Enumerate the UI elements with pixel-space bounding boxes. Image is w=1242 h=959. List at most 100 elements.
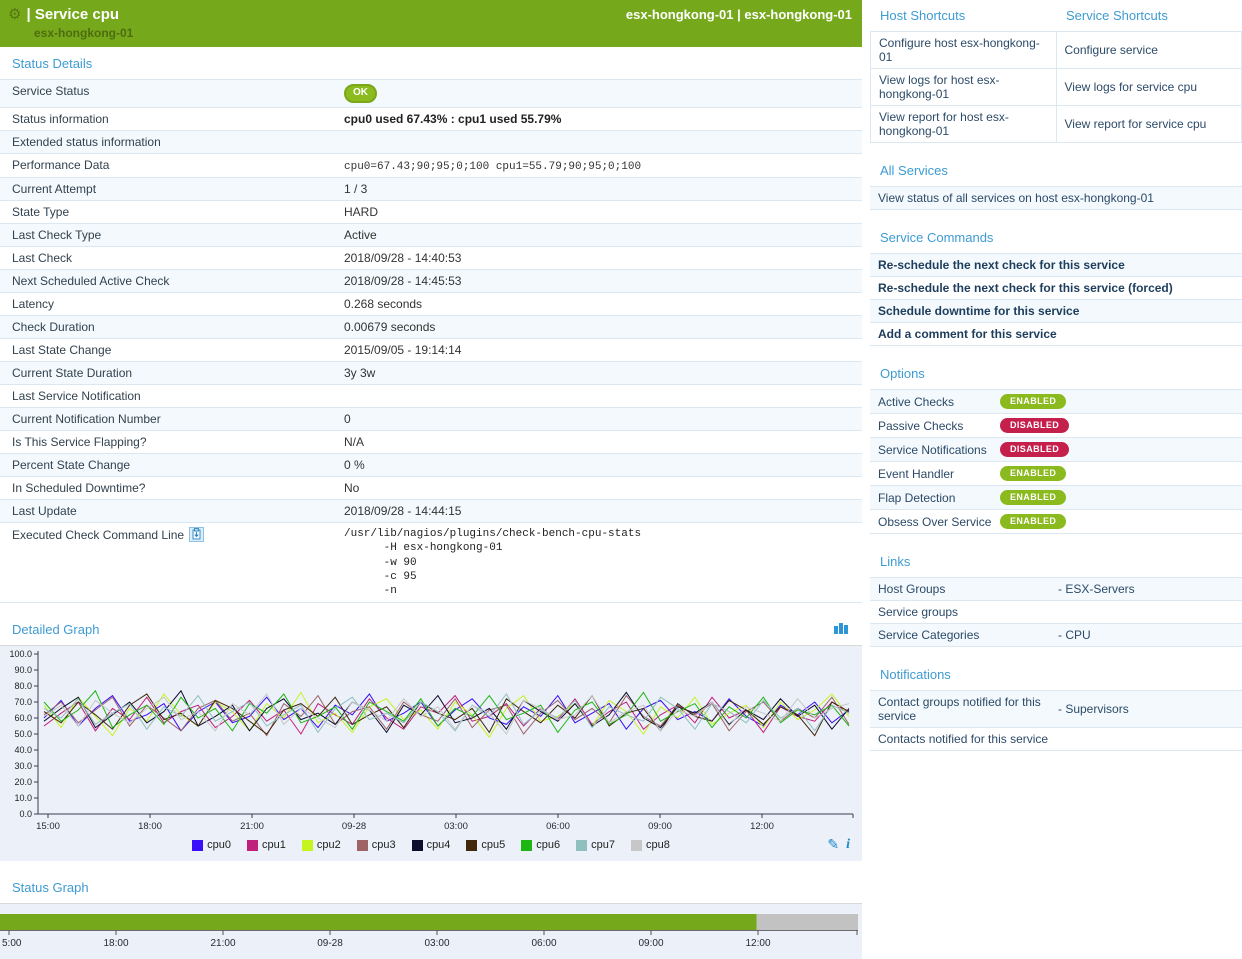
option-label: Active Checks (878, 395, 1000, 409)
notification-row[interactable]: Contacts notified for this service (870, 728, 1242, 751)
clipboard-icon[interactable] (189, 527, 204, 545)
status-row-value: 0 (332, 408, 862, 431)
link-row-label: Service Categories (878, 628, 1058, 642)
shortcut-row: View logs for host esx-hongkong-01View l… (871, 69, 1242, 106)
status-row: Performance Datacpu0=67.43;90;95;0;100 c… (0, 154, 862, 178)
host-shortcuts-header[interactable]: Host Shortcuts (870, 0, 1056, 31)
legend-item[interactable]: cpu4 (412, 839, 451, 851)
status-segment-no-data[interactable] (757, 914, 858, 930)
status-graph-title[interactable]: Status Graph (12, 880, 89, 895)
legend-item[interactable]: cpu8 (631, 839, 670, 851)
service-shortcut-link[interactable]: Configure service (1056, 32, 1242, 69)
status-details-table: Service StatusOKStatus informationcpu0 u… (0, 79, 862, 603)
option-state-badge[interactable]: ENABLED (1000, 466, 1066, 481)
legend-item[interactable]: cpu3 (357, 839, 396, 851)
legend-label: cpu8 (646, 839, 670, 851)
status-row-label: Percent State Change (0, 454, 332, 477)
status-row: Last State Change2015/09/05 - 19:14:14 (0, 339, 862, 362)
x-tick-label: 09-28 (342, 821, 366, 832)
status-row-value: 0.268 seconds (332, 293, 862, 316)
links-header[interactable]: Links (870, 546, 1242, 577)
cpu-line-chart[interactable]: 0.010.020.030.040.050.060.070.080.090.01… (0, 646, 860, 834)
legend-label: cpu1 (262, 839, 286, 851)
service-command-link[interactable]: Add a comment for this service (870, 323, 1242, 346)
status-row-value: HARD (332, 201, 862, 224)
status-row-label: Current Notification Number (0, 408, 332, 431)
x-tick-label: 15:00 (36, 821, 60, 832)
status-details-header[interactable]: Status Details (0, 47, 862, 79)
status-row-value: 0.00679 seconds (332, 316, 862, 339)
host-shortcut-link[interactable]: View report for host esx-hongkong-01 (871, 106, 1057, 143)
pencil-icon[interactable]: ✎ (827, 836, 839, 853)
option-state-badge[interactable]: ENABLED (1000, 514, 1066, 529)
status-row: Last Check TypeActive (0, 224, 862, 247)
legend-item[interactable]: cpu1 (247, 839, 286, 851)
all-services-link[interactable]: View status of all services on host esx-… (870, 187, 1242, 210)
status-row-label: Status information (0, 108, 332, 131)
legend-item[interactable]: cpu5 (466, 839, 505, 851)
service-commands-header[interactable]: Service Commands (870, 222, 1242, 253)
status-row-value: 2018/09/28 - 14:45:53 (332, 270, 862, 293)
legend-item[interactable]: cpu7 (576, 839, 615, 851)
legend-item[interactable]: cpu2 (302, 839, 341, 851)
bar-chart-icon[interactable] (832, 620, 850, 638)
status-row-label: Service Status (0, 80, 332, 108)
option-state-badge[interactable]: DISABLED (1000, 418, 1069, 433)
notification-row-label: Contacts notified for this service (878, 732, 1058, 746)
info-icon[interactable]: i (846, 837, 850, 853)
link-row[interactable]: Host Groups- ESX-Servers (870, 578, 1242, 601)
header-host-links[interactable]: esx-hongkong-01 | esx-hongkong-01 (626, 7, 852, 22)
status-x-tick-label: 21:00 (210, 938, 235, 949)
status-graph: 5:0018:0021:0009-2803:0006:0009:0012:00 (0, 904, 862, 959)
service-command-link[interactable]: Re-schedule the next check for this serv… (870, 277, 1242, 300)
link-row[interactable]: Service groups (870, 601, 1242, 624)
legend-swatch (357, 840, 368, 851)
notification-row-value: - Supervisors (1058, 702, 1129, 716)
y-tick-label: 70.0 (14, 697, 32, 707)
status-row: Next Scheduled Active Check2018/09/28 - … (0, 270, 862, 293)
performance-data-text: cpu0=67.43;90;95;0;100 cpu1=55.79;90;95;… (344, 161, 641, 173)
x-tick-label: 09:00 (648, 821, 672, 832)
notifications-header[interactable]: Notifications (870, 659, 1242, 690)
service-command-link[interactable]: Schedule downtime for this service (870, 300, 1242, 323)
service-shortcut-link[interactable]: View report for service cpu (1056, 106, 1242, 143)
link-row[interactable]: Service Categories- CPU (870, 624, 1242, 647)
status-row-value: Active (332, 224, 862, 247)
option-state-badge[interactable]: ENABLED (1000, 490, 1066, 505)
status-row-label: Next Scheduled Active Check (0, 270, 332, 293)
status-row-label: Last Update (0, 500, 332, 523)
status-row: Last Check2018/09/28 - 14:40:53 (0, 247, 862, 270)
status-row-label: Check Duration (0, 316, 332, 339)
host-shortcut-link[interactable]: Configure host esx-hongkong-01 (871, 32, 1057, 69)
status-x-tick-label: 06:00 (531, 938, 556, 949)
service-command-link[interactable]: Re-schedule the next check for this serv… (870, 254, 1242, 277)
legend-swatch (302, 840, 313, 851)
legend-item[interactable]: cpu0 (192, 839, 231, 851)
gear-icon[interactable]: ⚙ (8, 7, 21, 22)
status-row-value: 2018/09/28 - 14:44:15 (332, 500, 862, 523)
shortcuts-table: Configure host esx-hongkong-01Configure … (870, 31, 1242, 143)
status-row-value: /usr/lib/nagios/plugins/check-bench-cpu-… (332, 523, 862, 603)
notification-row[interactable]: Contact groups notified for this service… (870, 691, 1242, 728)
option-label: Service Notifications (878, 443, 1000, 457)
status-timeline-chart[interactable]: 5:0018:0021:0009-2803:0006:0009:0012:00 (0, 912, 860, 952)
legend-item[interactable]: cpu6 (521, 839, 560, 851)
legend-swatch (521, 840, 532, 851)
all-services-header[interactable]: All Services (870, 155, 1242, 186)
option-state-badge[interactable]: DISABLED (1000, 442, 1069, 457)
legend-swatch (412, 840, 423, 851)
status-row: Latency0.268 seconds (0, 293, 862, 316)
host-subtitle[interactable]: esx-hongkong-01 (34, 26, 852, 40)
status-x-tick-label: 09:00 (638, 938, 663, 949)
detailed-graph-title[interactable]: Detailed Graph (12, 622, 99, 637)
service-shortcut-link[interactable]: View logs for service cpu (1056, 69, 1242, 106)
options-header[interactable]: Options (870, 358, 1242, 389)
y-tick-label: 60.0 (14, 713, 32, 723)
status-segment-ok[interactable] (0, 914, 757, 930)
option-row: Service NotificationsDISABLED (870, 438, 1242, 462)
status-row: State TypeHARD (0, 201, 862, 224)
service-shortcuts-header[interactable]: Service Shortcuts (1056, 0, 1242, 31)
option-state-badge[interactable]: ENABLED (1000, 394, 1066, 409)
y-tick-label: 80.0 (14, 681, 32, 691)
host-shortcut-link[interactable]: View logs for host esx-hongkong-01 (871, 69, 1057, 106)
